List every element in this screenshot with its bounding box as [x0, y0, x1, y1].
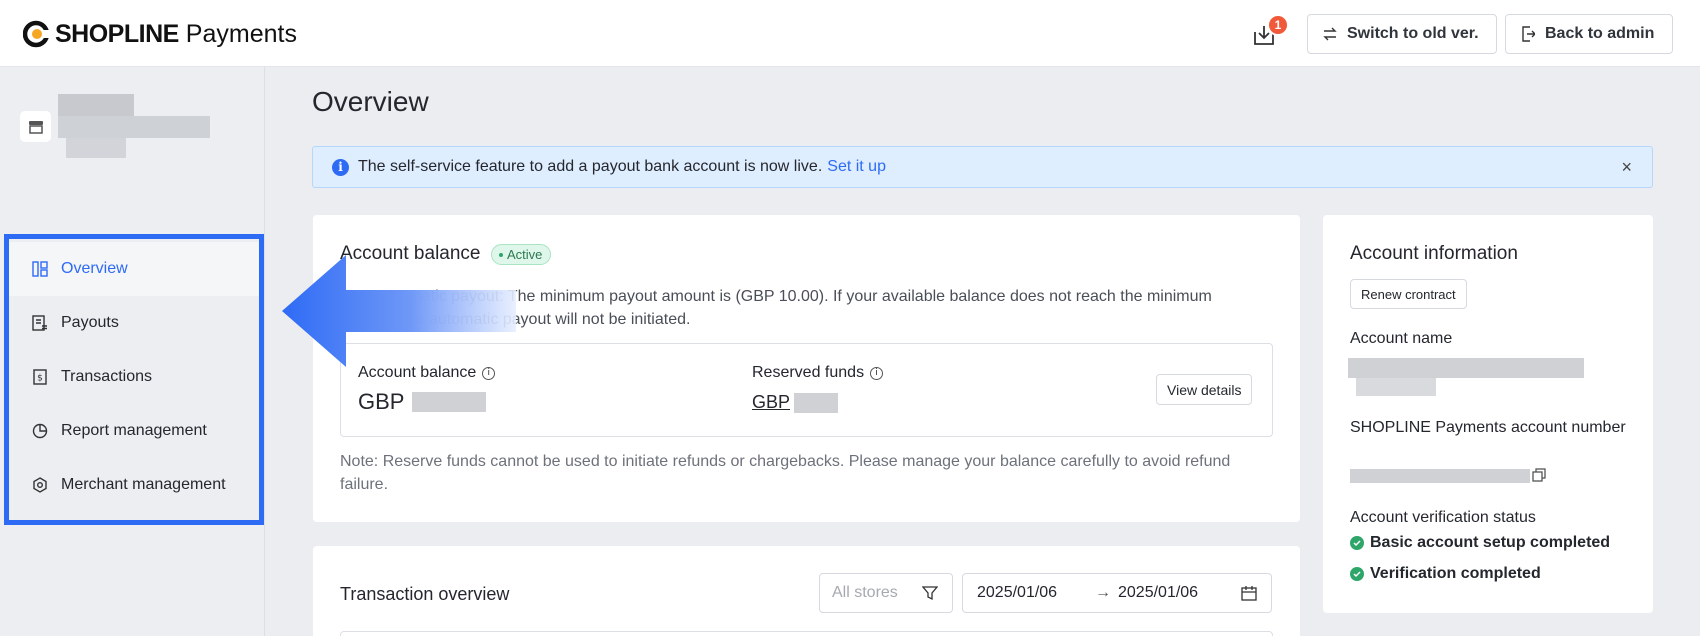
sidebar-item-label: Transactions: [61, 368, 152, 385]
sidebar-item-merchant-management[interactable]: Merchant management: [9, 458, 259, 512]
alert-text: The self-service feature to add a payout…: [358, 158, 823, 175]
sidebar-item-label: Payouts: [61, 314, 119, 331]
shopline-logo-icon: [22, 20, 53, 48]
hexagon-settings-icon: [33, 477, 47, 493]
renew-contract-button[interactable]: Renew crontract: [1350, 279, 1467, 309]
svg-text:$: $: [37, 374, 43, 384]
sidebar: Overview Payouts $ Transactions Report m…: [0, 67, 265, 636]
exit-icon: [1522, 26, 1535, 42]
balance-amount-redacted: [412, 392, 487, 412]
calendar-icon: [1241, 586, 1257, 601]
date-to[interactable]: 2025/01/06: [1118, 584, 1198, 602]
sidebar-item-transactions[interactable]: $ Transactions: [9, 350, 259, 404]
check-circle-icon: [1350, 536, 1364, 550]
switch-old-version-label: Switch to old ver.: [1347, 25, 1479, 42]
page-title: Overview: [312, 86, 429, 117]
transaction-overview-title: Transaction overview: [340, 584, 510, 604]
date-range-picker[interactable]: 2025/01/06 → 2025/01/06: [962, 573, 1272, 613]
info-circle-icon[interactable]: i: [870, 366, 884, 380]
logo[interactable]: SHOPLINE Payments: [22, 18, 297, 50]
logo-product: Payments: [185, 19, 297, 48]
reserved-amount-redacted: [794, 392, 839, 413]
check-label: Verification completed: [1370, 565, 1541, 582]
dollar-document-icon: $: [33, 369, 47, 385]
account-balance-currency: GBP: [358, 389, 405, 414]
transaction-overview-card: Transaction overview All stores 2025/01/…: [313, 546, 1300, 636]
date-separator: →: [1095, 584, 1111, 601]
date-from[interactable]: 2025/01/06: [977, 584, 1057, 602]
sidebar-item-overview[interactable]: Overview: [9, 242, 259, 296]
check-circle-icon: [1350, 567, 1364, 581]
top-bar: SHOPLINE Payments 1 Switch to old ver. B…: [0, 0, 1700, 67]
store-name-redacted: [58, 94, 210, 164]
highlight-arrow-icon: [282, 255, 516, 367]
account-number-label: SHOPLINE Payments account number: [1350, 419, 1626, 436]
view-details-button[interactable]: View details: [1156, 374, 1253, 405]
sidebar-item-label: Overview: [61, 260, 128, 277]
check-verification: Verification completed: [1350, 565, 1541, 583]
swap-icon: [1323, 27, 1337, 41]
logo-brand: SHOPLINE: [55, 19, 179, 48]
sidebar-item-label: Report management: [61, 422, 207, 439]
copy-icon[interactable]: [1532, 468, 1546, 482]
account-information-title: Account information: [1350, 243, 1518, 264]
reserved-funds-label-text: Reserved funds: [752, 364, 865, 381]
switch-old-version-button[interactable]: Switch to old ver.: [1307, 14, 1497, 54]
account-balance-value: GBP: [358, 389, 487, 415]
stores-select-placeholder: All stores: [832, 584, 898, 601]
back-to-admin-button[interactable]: Back to admin: [1505, 14, 1673, 54]
sidebar-item-payouts[interactable]: Payouts: [9, 296, 259, 350]
payout-document-icon: [32, 315, 47, 331]
dashboard-icon: [32, 261, 48, 277]
reserved-funds-value[interactable]: GBP: [752, 392, 839, 413]
check-basic-setup: Basic account setup completed: [1350, 534, 1610, 552]
stores-select[interactable]: All stores: [819, 573, 953, 613]
pie-chart-icon: [32, 423, 48, 439]
account-name-label: Account name: [1350, 330, 1453, 347]
store-icon[interactable]: [20, 111, 51, 142]
reserved-funds-label: Reserved funds i: [752, 364, 884, 382]
notification-badge: 1: [1267, 14, 1289, 36]
sidebar-nav: Overview Payouts $ Transactions Report m…: [4, 234, 264, 525]
info-icon: i: [332, 158, 349, 176]
close-icon[interactable]: ×: [1621, 157, 1632, 178]
sidebar-item-label: Merchant management: [61, 476, 226, 493]
reserve-note: Note: Reserve funds cannot be used to in…: [340, 453, 1231, 493]
filter-icon: [922, 586, 938, 601]
info-alert: i The self-service feature to add a payo…: [312, 146, 1653, 188]
check-label: Basic account setup completed: [1370, 534, 1611, 551]
back-to-admin-label: Back to admin: [1545, 25, 1655, 42]
verification-status-label: Account verification status: [1350, 509, 1536, 526]
account-information-card: Account information Renew crontract Acco…: [1323, 215, 1653, 613]
transaction-summary-box: [340, 631, 1273, 636]
sidebar-item-report-management[interactable]: Report management: [9, 404, 259, 458]
set-it-up-link[interactable]: Set it up: [827, 158, 886, 176]
reserved-funds-currency: GBP: [752, 392, 791, 412]
